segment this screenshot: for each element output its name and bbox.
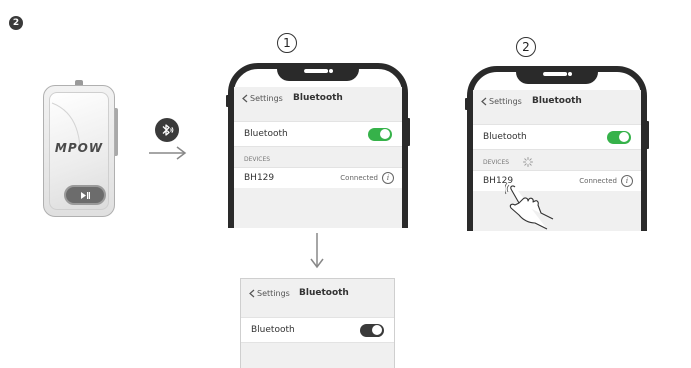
nav-bar: Settings Bluetooth: [473, 90, 641, 112]
phone-power-button: [646, 121, 649, 149]
bluetooth-row: Bluetooth: [241, 317, 394, 343]
phone-1-screen: Settings Bluetooth Bluetooth DEVICES BH1…: [234, 87, 402, 228]
phone-volume-button: [465, 98, 468, 110]
bluetooth-row: Bluetooth: [234, 121, 402, 147]
nav-bar: Settings Bluetooth: [234, 87, 402, 109]
device-status: Connected i: [340, 172, 394, 184]
bluetooth-toggle[interactable]: [368, 127, 392, 141]
chevron-left-icon: [242, 94, 248, 102]
bluetooth-receiver-device: MPOW: [43, 85, 115, 217]
bluetooth-settings-panel: Settings Bluetooth Bluetooth: [240, 278, 395, 368]
status-text: Connected: [579, 177, 617, 185]
right-arrow-icon: [149, 146, 187, 160]
phone-notch: [277, 63, 359, 81]
info-icon[interactable]: i: [621, 175, 633, 187]
device-row[interactable]: BH129 Connected i: [234, 167, 402, 188]
back-label: Settings: [250, 93, 283, 103]
step-badge: 2: [9, 16, 23, 30]
phone-notch: [516, 66, 598, 84]
bluetooth-label: Bluetooth: [251, 325, 295, 335]
chevron-left-icon: [481, 97, 487, 105]
page-title: Bluetooth: [532, 96, 582, 106]
tapping-hand-icon: [505, 183, 554, 230]
bluetooth-icon: [155, 118, 179, 142]
play-pause-icon: [80, 191, 90, 199]
back-button[interactable]: Settings: [242, 94, 283, 103]
camera-icon: [329, 69, 334, 73]
info-icon[interactable]: i: [382, 172, 394, 184]
device-status: Connected i: [579, 175, 633, 187]
bluetooth-toggle[interactable]: [607, 130, 631, 144]
bluetooth-toggle[interactable]: [360, 323, 384, 337]
down-arrow-icon: [310, 233, 324, 269]
step-number-2: 2: [516, 37, 536, 57]
speaker-icon: [543, 72, 568, 76]
bluetooth-label: Bluetooth: [244, 129, 288, 139]
devices-header-label: DEVICES: [483, 158, 510, 166]
nav-bar: Settings Bluetooth: [241, 279, 394, 307]
phone-volume-button: [226, 95, 229, 107]
loading-spinner-icon: [523, 157, 534, 167]
bluetooth-label: Bluetooth: [483, 132, 527, 142]
phone-1: Settings Bluetooth Bluetooth DEVICES BH1…: [228, 63, 408, 228]
camera-icon: [568, 72, 573, 76]
back-button[interactable]: Settings: [481, 97, 522, 106]
back-label: Settings: [489, 96, 522, 106]
speaker-icon: [304, 69, 329, 73]
step-number-1: 1: [277, 33, 297, 53]
chevron-left-icon: [249, 289, 255, 297]
devices-header: DEVICES: [473, 150, 641, 170]
devices-header: DEVICES: [244, 155, 271, 163]
back-button[interactable]: Settings: [249, 289, 290, 298]
back-label: Settings: [257, 288, 290, 298]
device-face: MPOW: [49, 92, 109, 210]
device-name: BH129: [244, 173, 275, 183]
status-text: Connected: [340, 174, 378, 182]
page-title: Bluetooth: [299, 288, 349, 298]
page-title: Bluetooth: [293, 93, 343, 103]
device-brand-logo: MPOW: [54, 141, 104, 155]
bluetooth-row: Bluetooth: [473, 124, 641, 150]
phone-power-button: [407, 118, 410, 146]
play-pause-button: [64, 185, 106, 205]
